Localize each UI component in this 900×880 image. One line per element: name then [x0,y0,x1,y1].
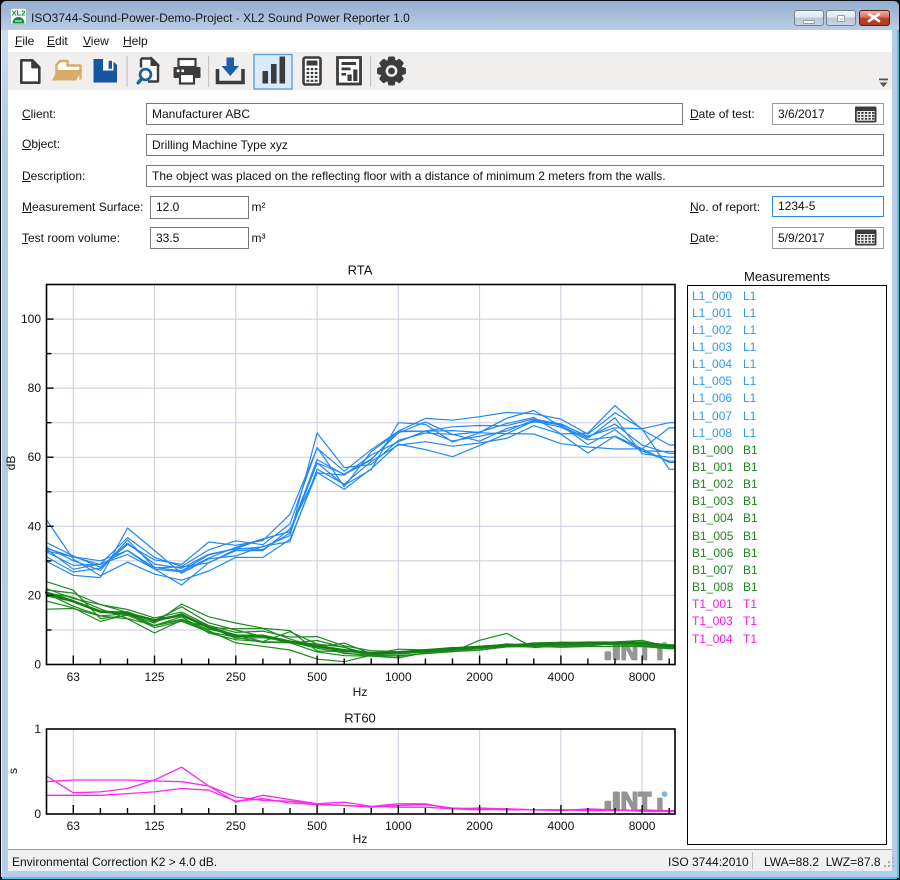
svg-text:Measurements: Measurements [744,269,830,284]
svg-text:1000: 1000 [385,819,412,833]
svg-text:2000: 2000 [466,670,493,684]
svg-text:125: 125 [144,819,164,833]
svg-text:63: 63 [67,670,81,684]
svg-text:125: 125 [144,670,164,684]
svg-text:500: 500 [307,819,327,833]
svg-text:RT60: RT60 [344,711,376,726]
svg-text:4000: 4000 [548,670,575,684]
svg-text:20: 20 [28,588,42,602]
svg-text:4000: 4000 [548,819,575,833]
svg-text:250: 250 [226,670,246,684]
svg-text:8000: 8000 [629,819,656,833]
svg-text:2000: 2000 [466,819,493,833]
svg-text:RTA: RTA [348,263,373,278]
svg-text:0: 0 [34,658,41,672]
svg-text:8000: 8000 [629,670,656,684]
svg-text:0: 0 [34,807,41,821]
svg-text:Hz: Hz [353,685,368,699]
svg-text:Hz: Hz [353,832,368,846]
svg-text:500: 500 [307,670,327,684]
svg-text:dB: dB [4,456,18,471]
svg-text:250: 250 [226,819,246,833]
svg-text:60: 60 [28,450,42,464]
svg-text:40: 40 [28,519,42,533]
svg-text:1000: 1000 [385,670,412,684]
svg-text:s: s [6,768,20,774]
svg-text:80: 80 [28,381,42,395]
svg-text:63: 63 [67,819,81,833]
svg-text:100: 100 [21,312,41,326]
svg-text:1: 1 [34,722,41,736]
